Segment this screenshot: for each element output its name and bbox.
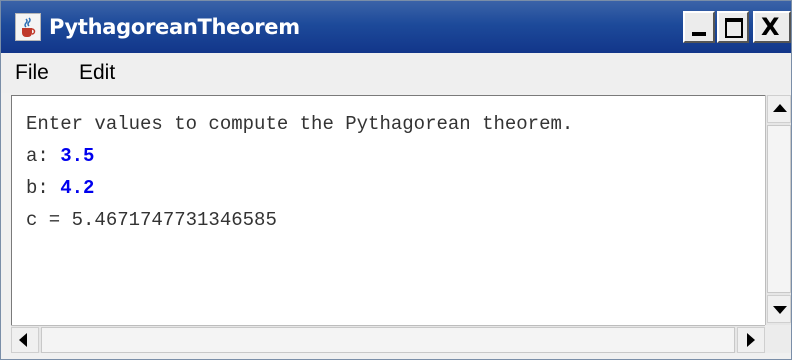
input-b-label: b: (26, 177, 61, 199)
app-window: PythagoreanTheorem X File Edit Enter val… (0, 0, 792, 360)
horizontal-scroll-thumb[interactable] (41, 327, 735, 353)
scroll-up-button[interactable] (767, 95, 791, 123)
input-a-value: 3.5 (60, 145, 95, 167)
minimize-button[interactable] (683, 11, 715, 43)
scroll-left-button[interactable] (11, 327, 39, 353)
arrow-up-icon (773, 104, 787, 112)
close-button[interactable]: X (753, 11, 791, 43)
window-title: PythagoreanTheorem (49, 15, 300, 39)
console-text-area[interactable]: Enter values to compute the Pythagorean … (11, 95, 765, 325)
maximize-icon (725, 18, 743, 38)
input-a-label: a: (26, 145, 61, 167)
prompt-line: Enter values to compute the Pythagorean … (26, 113, 574, 135)
close-icon: X (761, 13, 780, 41)
input-b-line: b: 4.2 (26, 172, 765, 204)
vertical-scrollbar[interactable] (765, 95, 791, 325)
scroll-right-button[interactable] (737, 327, 765, 353)
arrow-left-icon (19, 333, 27, 347)
input-a-line: a: 3.5 (26, 140, 765, 172)
maximize-button[interactable] (717, 11, 749, 43)
arrow-down-icon (773, 306, 787, 314)
menu-bar: File Edit (1, 53, 791, 93)
scroll-down-button[interactable] (767, 295, 791, 323)
scrollbar-corner (765, 325, 791, 353)
input-b-value: 4.2 (60, 177, 95, 199)
vertical-scroll-thumb[interactable] (767, 125, 791, 293)
horizontal-scrollbar[interactable] (11, 325, 765, 353)
menu-edit[interactable]: Edit (79, 59, 115, 87)
result-line: c = 5.4671747731346585 (26, 209, 277, 231)
java-cup-icon[interactable] (15, 13, 41, 41)
minimize-icon (692, 32, 706, 36)
title-bar[interactable]: PythagoreanTheorem X (1, 1, 791, 53)
arrow-right-icon (747, 333, 755, 347)
menu-file[interactable]: File (15, 59, 49, 87)
